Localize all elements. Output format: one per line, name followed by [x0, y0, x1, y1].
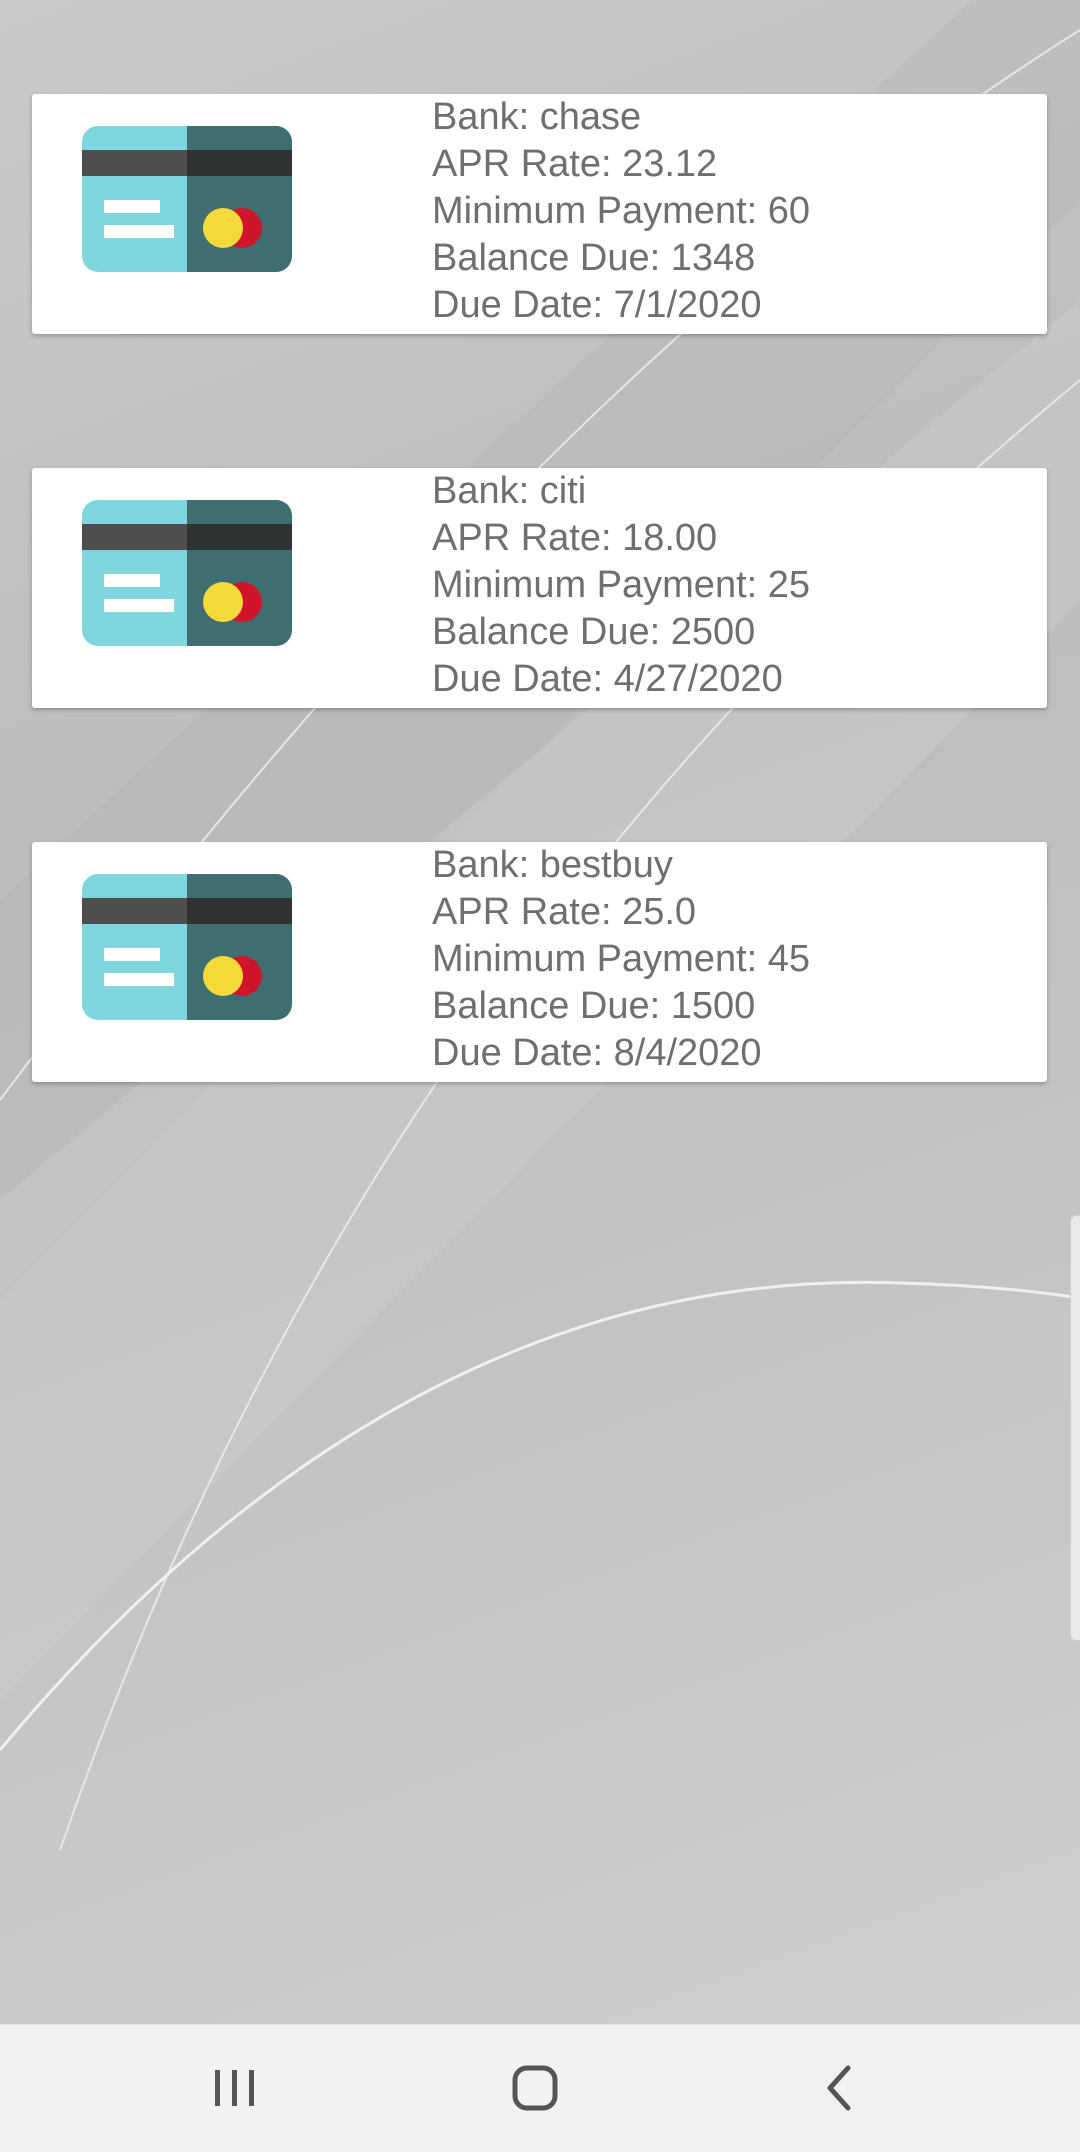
balance-due-label: Balance Due: 1348 — [432, 237, 756, 279]
apr-rate-label: APR Rate: 25.0 — [432, 891, 697, 933]
credit-card-icon — [82, 500, 292, 646]
card-details: Bank: citi APR Rate: 18.00 Minimum Payme… — [432, 468, 1032, 708]
recent-apps-icon — [215, 2070, 254, 2106]
due-date-label: Due Date: 4/27/2020 — [432, 658, 783, 700]
back-icon — [827, 2065, 851, 2111]
balance-due-label: Balance Due: 1500 — [432, 985, 756, 1027]
back-button[interactable] — [795, 2053, 885, 2123]
card-item[interactable]: Bank: bestbuy APR Rate: 25.0 Minimum Pay… — [32, 842, 1047, 1082]
card-item[interactable]: Bank: chase APR Rate: 23.12 Minimum Paym… — [32, 94, 1047, 334]
minimum-payment-label: Minimum Payment: 25 — [432, 564, 811, 606]
card-details: Bank: chase APR Rate: 23.12 Minimum Paym… — [432, 94, 1032, 334]
minimum-payment-label: Minimum Payment: 60 — [432, 190, 811, 232]
card-details: Bank: bestbuy APR Rate: 25.0 Minimum Pay… — [432, 842, 1032, 1082]
card-item[interactable]: Bank: citi APR Rate: 18.00 Minimum Payme… — [32, 468, 1047, 708]
minimum-payment-label: Minimum Payment: 45 — [432, 938, 811, 980]
apr-rate-label: APR Rate: 23.12 — [432, 143, 718, 185]
bank-label: Bank: chase — [432, 96, 642, 138]
home-icon — [512, 2065, 558, 2111]
navigation-bar — [0, 2024, 1080, 2152]
bank-label: Bank: citi — [432, 470, 587, 512]
recent-apps-button[interactable] — [190, 2053, 280, 2123]
credit-card-icon — [82, 874, 292, 1020]
edge-panel-handle[interactable] — [1070, 1215, 1080, 1641]
due-date-label: Due Date: 8/4/2020 — [432, 1032, 762, 1074]
apr-rate-label: APR Rate: 18.00 — [432, 517, 718, 559]
balance-due-label: Balance Due: 2500 — [432, 611, 756, 653]
credit-card-icon — [82, 126, 292, 272]
due-date-label: Due Date: 7/1/2020 — [432, 284, 762, 326]
home-button[interactable] — [490, 2053, 580, 2123]
bank-label: Bank: bestbuy — [432, 844, 673, 886]
